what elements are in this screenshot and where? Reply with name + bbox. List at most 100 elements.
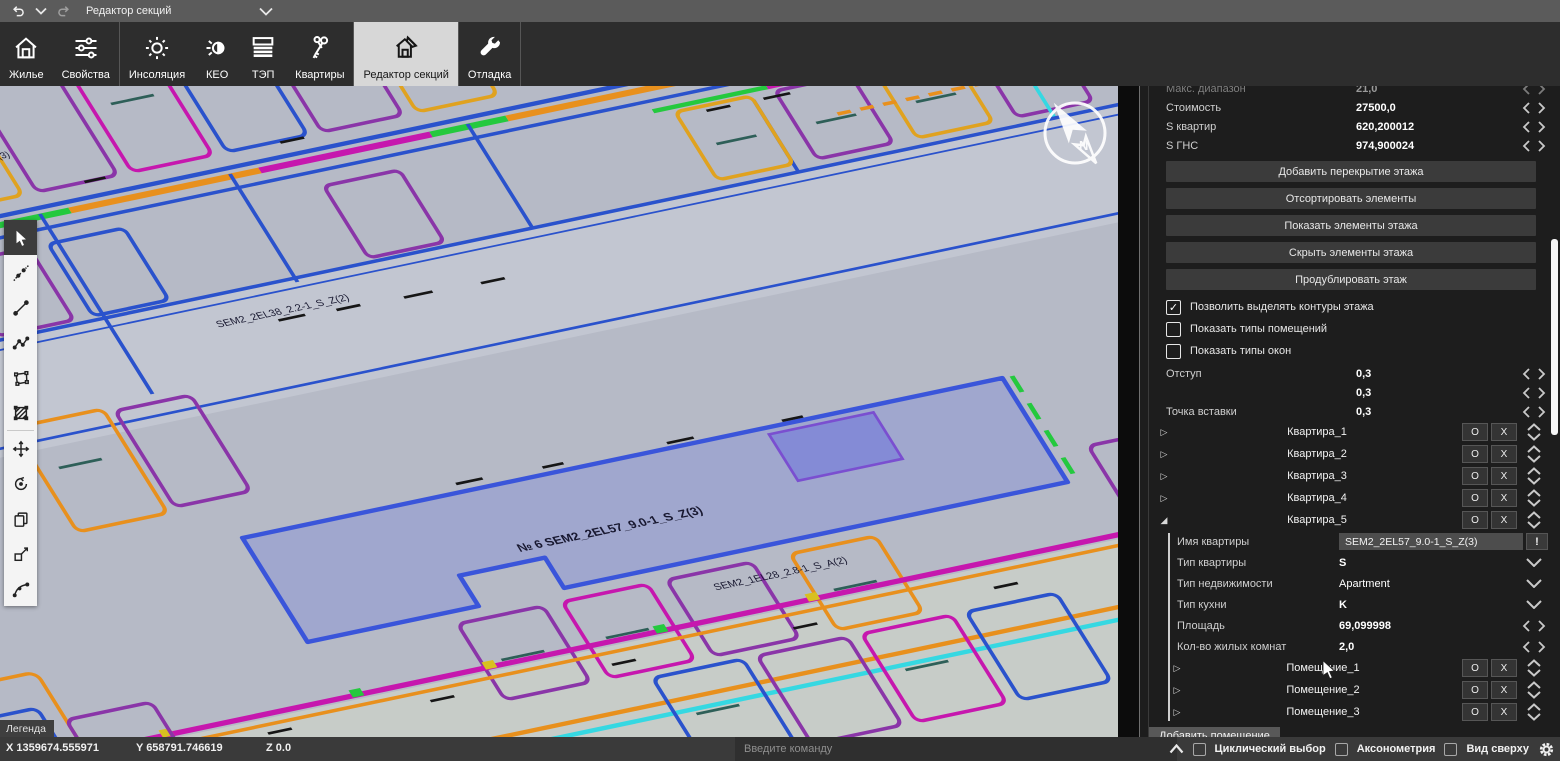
tool-polygon[interactable] [4,360,37,395]
delete-apartment-button[interactable]: X [1491,511,1517,529]
select-apartment-button[interactable]: O [1462,467,1488,485]
collapse-panel-chevron-icon[interactable] [1169,744,1184,754]
room-name: Помещение_1 [1187,662,1459,674]
reorder-control[interactable] [1520,702,1548,722]
tool-polyline[interactable] [4,325,37,360]
value-stepper[interactable] [1520,368,1548,380]
toolbar-item-tep[interactable]: ТЭП [240,22,286,86]
dropdown-chevron-icon[interactable] [1520,600,1548,609]
value-stepper[interactable] [1520,620,1548,632]
legend-tab[interactable]: Легенда [0,720,54,737]
delete-apartment-button[interactable]: X [1491,489,1517,507]
select-room-button[interactable]: O [1462,703,1488,721]
value-stepper[interactable] [1520,121,1548,133]
drawing-viewport[interactable]: SEM2_2EL38_2.2-1_S_Z(2) № 6 SEM2_2EL57_9… [0,86,1118,737]
select-apartment-button[interactable]: O [1462,423,1488,441]
value-stepper[interactable] [1520,140,1548,152]
reorder-control[interactable] [1520,680,1548,700]
undo-history-chevron-icon[interactable] [35,7,47,15]
allow-floor-contours-checkbox[interactable]: ✓ [1166,300,1181,315]
value-stepper[interactable] [1520,387,1548,399]
floor-plan-drawing[interactable]: SEM2_2EL38_2.2-1_S_Z(2) № 6 SEM2_2EL57_9… [0,86,1118,737]
expand-chevron-icon[interactable]: ▷ [1167,685,1187,696]
value-stepper[interactable] [1520,641,1548,653]
tool-rotate[interactable] [4,466,37,501]
add-room-button[interactable]: Добавить помещение [1149,727,1280,737]
reorder-control[interactable] [1520,658,1548,678]
room-row[interactable]: ▷ Помещение_3 O X [1141,701,1560,723]
toolbar-item-keo[interactable]: КЕО [194,22,240,86]
status-bar: X 1359674.555971 Y 658791.746619 Z 0.0 Ц… [0,737,1560,761]
select-apartment-button[interactable]: O [1462,489,1488,507]
expand-chevron-icon[interactable]: ▷ [1153,427,1175,438]
value-stepper[interactable] [1520,86,1548,95]
warning-button[interactable]: ! [1526,533,1548,550]
apartment-row[interactable]: ▷ Квартира_3 O X [1141,465,1560,487]
dropdown-chevron-icon[interactable] [1520,558,1548,567]
top-view-checkbox[interactable] [1444,743,1457,756]
compass-north-indicator[interactable]: N [1032,90,1118,176]
apartment-row[interactable]: ▷ Квартира_2 O X [1141,443,1560,465]
gear-icon[interactable] [1538,741,1555,758]
coordinate-y: Y 658791.746619 [136,742,223,754]
delete-room-button[interactable]: X [1491,703,1517,721]
delete-room-button[interactable]: X [1491,681,1517,699]
select-apartment-button[interactable]: O [1462,511,1488,529]
reorder-control[interactable] [1520,444,1548,464]
expand-chevron-icon[interactable]: ▷ [1167,663,1187,674]
tool-hatch-region[interactable] [4,395,37,430]
tool-select-cursor[interactable] [4,220,37,255]
select-apartment-button[interactable]: O [1462,445,1488,463]
tool-scale[interactable] [4,536,37,571]
expand-chevron-icon[interactable]: ▷ [1153,449,1175,460]
room-row[interactable]: ▷ Помещение_2 O X [1141,679,1560,701]
reorder-control[interactable] [1520,488,1548,508]
show-room-types-checkbox[interactable] [1166,322,1181,337]
room-row[interactable]: ▷ Помещение_1 O X [1141,657,1560,679]
tool-move[interactable] [4,431,37,466]
expand-chevron-icon[interactable]: ▷ [1153,493,1175,504]
value-stepper[interactable] [1520,102,1548,114]
dropdown-chevron-icon[interactable] [1520,579,1548,588]
toolbar-item-apartments[interactable]: Квартиры [286,22,353,86]
undo-icon[interactable] [10,4,25,19]
axonometry-checkbox[interactable] [1335,743,1348,756]
mode-dropdown-chevron-icon[interactable] [259,7,273,16]
tool-line[interactable] [4,290,37,325]
delete-room-button[interactable]: X [1491,659,1517,677]
tool-copy[interactable] [4,501,37,536]
value-stepper[interactable] [1520,406,1548,418]
panel-scrollbar[interactable] [1551,239,1558,435]
reorder-control[interactable] [1520,466,1548,486]
command-input[interactable] [735,737,1177,761]
show-floor-elements-button[interactable]: Показать элементы этажа [1166,215,1536,236]
toolbar-item-housing[interactable]: Жилье [0,22,53,86]
select-room-button[interactable]: O [1462,659,1488,677]
expand-chevron-icon[interactable]: ▷ [1167,707,1187,718]
tool-arc[interactable] [4,571,37,606]
expand-chevron-icon[interactable]: ▷ [1153,471,1175,482]
tool-measure-line[interactable] [4,255,37,290]
delete-apartment-button[interactable]: X [1491,445,1517,463]
toolbar-item-section-editor[interactable]: Редактор секций [354,22,457,86]
apartment-row-expanded[interactable]: ◢ Квартира_5 O X [1141,509,1560,531]
reorder-control[interactable] [1520,510,1548,530]
apartment-row[interactable]: ▷ Квартира_1 O X [1141,421,1560,443]
select-room-button[interactable]: O [1462,681,1488,699]
toolbar-item-insolation[interactable]: Инсоляция [120,22,194,86]
sort-elements-button[interactable]: Отсортировать элементы [1166,188,1536,209]
cyclic-selection-checkbox[interactable] [1193,743,1206,756]
duplicate-floor-button[interactable]: Продублировать этаж [1166,269,1536,290]
apartment-name-input[interactable]: SEM2_2EL57_9.0-1_S_Z(3) [1339,533,1523,550]
apartment-row[interactable]: ▷ Квартира_4 O X [1141,487,1560,509]
add-floor-slab-button[interactable]: Добавить перекрытие этажа [1166,161,1536,182]
delete-apartment-button[interactable]: X [1491,467,1517,485]
collapse-chevron-icon[interactable]: ◢ [1153,515,1175,526]
redo-icon[interactable] [57,4,72,19]
toolbar-item-properties[interactable]: Свойства [53,22,119,86]
reorder-control[interactable] [1520,422,1548,442]
delete-apartment-button[interactable]: X [1491,423,1517,441]
hide-floor-elements-button[interactable]: Скрыть элементы этажа [1166,242,1536,263]
toolbar-item-debug[interactable]: Отладка [459,22,520,86]
show-window-types-checkbox[interactable] [1166,344,1181,359]
